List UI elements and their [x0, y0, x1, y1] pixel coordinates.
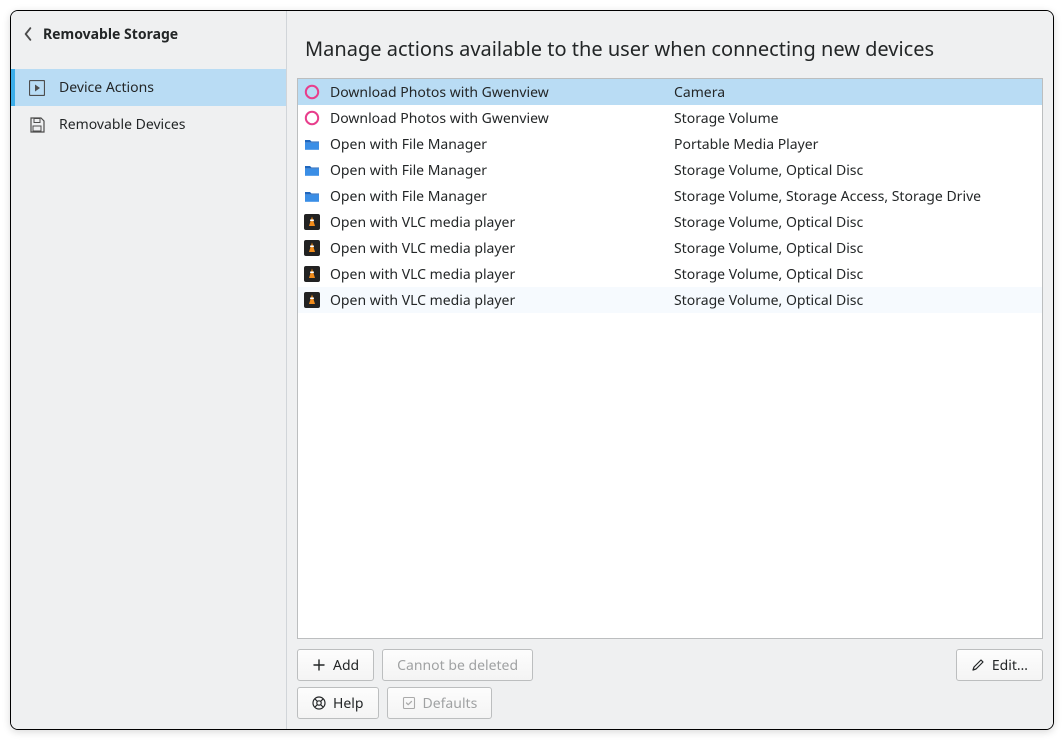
- defaults-button: Defaults: [387, 687, 493, 719]
- footer-button-row: Help Defaults: [287, 681, 1053, 729]
- help-button[interactable]: Help: [297, 687, 379, 719]
- pencil-icon: [971, 658, 985, 672]
- row-devices: Storage Volume, Optical Disc: [674, 161, 1042, 180]
- defaults-icon: [402, 696, 416, 710]
- row-devices: Storage Volume, Optical Disc: [674, 265, 1042, 284]
- row-devices: Portable Media Player: [674, 135, 1042, 154]
- delete-button: Cannot be deleted: [382, 649, 533, 681]
- row-name: Open with File Manager: [330, 161, 674, 180]
- row-devices: Storage Volume: [674, 109, 1042, 128]
- vlc-icon: [304, 214, 320, 230]
- chevron-left-icon: [21, 27, 35, 41]
- row-name: Open with File Manager: [330, 187, 674, 206]
- play-square-icon: [29, 80, 45, 96]
- table-row[interactable]: Open with VLC media playerStorage Volume…: [298, 261, 1042, 287]
- sidebar-list: Device Actions Removable Devices: [11, 57, 286, 143]
- row-name: Open with File Manager: [330, 135, 674, 154]
- table-row[interactable]: Download Photos with GwenviewStorage Vol…: [298, 105, 1042, 131]
- row-name: Download Photos with Gwenview: [330, 109, 674, 128]
- row-devices: Storage Volume, Optical Disc: [674, 213, 1042, 232]
- add-button[interactable]: Add: [297, 649, 374, 681]
- row-name: Open with VLC media player: [330, 239, 674, 258]
- vlc-icon: [304, 292, 320, 308]
- gwenview-icon: [304, 84, 320, 100]
- sidebar-item-label: Removable Devices: [59, 115, 186, 134]
- row-devices: Storage Volume, Optical Disc: [674, 239, 1042, 258]
- table-row[interactable]: Open with File ManagerStorage Volume, St…: [298, 183, 1042, 209]
- sidebar-item-device-actions[interactable]: Device Actions: [11, 69, 286, 106]
- row-name: Download Photos with Gwenview: [330, 83, 674, 102]
- main-panel: Manage actions available to the user whe…: [287, 11, 1053, 729]
- settings-window: Removable Storage Device Actions Removab…: [10, 10, 1054, 730]
- folder-icon: [304, 188, 320, 204]
- row-devices: Storage Volume, Storage Access, Storage …: [674, 187, 1042, 206]
- actions-table[interactable]: Download Photos with GwenviewCameraDownl…: [297, 78, 1043, 639]
- table-row[interactable]: Open with VLC media playerStorage Volume…: [298, 235, 1042, 261]
- table-row[interactable]: Open with File ManagerPortable Media Pla…: [298, 131, 1042, 157]
- row-name: Open with VLC media player: [330, 213, 674, 232]
- sidebar-item-label: Device Actions: [59, 78, 154, 97]
- sidebar: Removable Storage Device Actions Removab…: [11, 11, 287, 729]
- table-row[interactable]: Open with VLC media playerStorage Volume…: [298, 209, 1042, 235]
- folder-icon: [304, 136, 320, 152]
- sidebar-header-label: Removable Storage: [43, 25, 178, 44]
- save-disk-icon: [29, 117, 45, 133]
- vlc-icon: [304, 266, 320, 282]
- action-button-row: Add Cannot be deleted Edit…: [287, 639, 1053, 681]
- row-devices: Storage Volume, Optical Disc: [674, 291, 1042, 310]
- sidebar-back-button[interactable]: Removable Storage: [11, 11, 286, 57]
- table-row[interactable]: Open with VLC media playerStorage Volume…: [298, 287, 1042, 313]
- folder-icon: [304, 162, 320, 178]
- vlc-icon: [304, 240, 320, 256]
- page-title: Manage actions available to the user whe…: [287, 11, 1053, 78]
- table-row[interactable]: Download Photos with GwenviewCamera: [298, 79, 1042, 105]
- row-name: Open with VLC media player: [330, 265, 674, 284]
- help-icon: [312, 696, 326, 710]
- table-row[interactable]: Open with File ManagerStorage Volume, Op…: [298, 157, 1042, 183]
- row-devices: Camera: [674, 83, 1042, 102]
- gwenview-icon: [304, 110, 320, 126]
- row-name: Open with VLC media player: [330, 291, 674, 310]
- edit-button[interactable]: Edit…: [956, 649, 1043, 681]
- plus-icon: [312, 658, 326, 672]
- sidebar-item-removable-devices[interactable]: Removable Devices: [11, 106, 286, 143]
